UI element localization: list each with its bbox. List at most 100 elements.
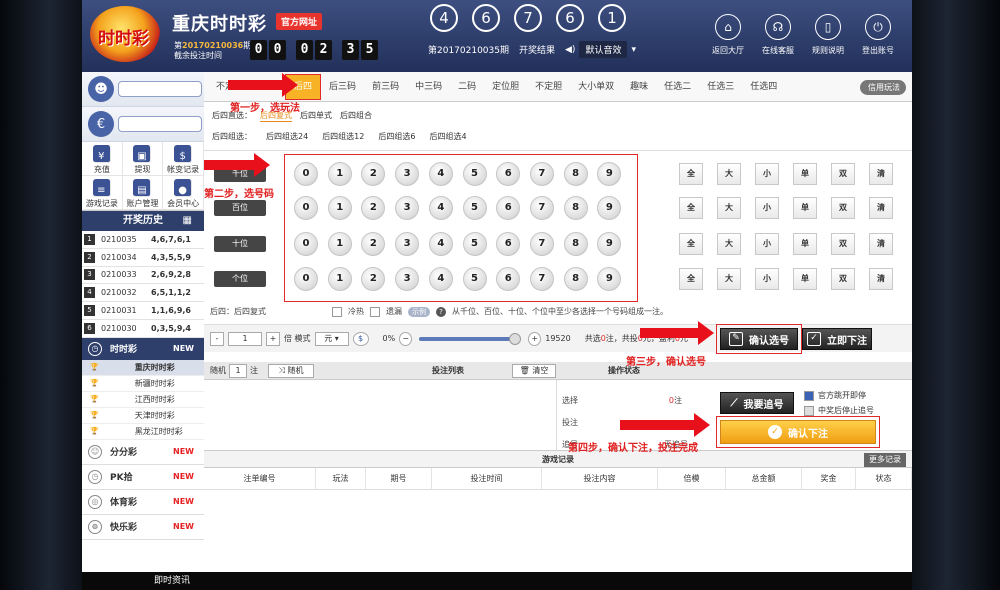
submit-bet-button[interactable]: ✓ 确认下注 bbox=[720, 420, 876, 444]
quick-select-button[interactable]: 小 bbox=[755, 197, 779, 219]
tab-7[interactable]: 定位胆 bbox=[484, 72, 527, 102]
number-ball[interactable]: 5 bbox=[462, 162, 487, 186]
lottery-item[interactable]: ◎ 体育彩 NEW bbox=[82, 490, 204, 515]
number-ball[interactable]: 0 bbox=[294, 162, 318, 186]
quick-select-button[interactable]: 双 bbox=[831, 163, 855, 185]
way-group24[interactable]: 后四组选24 bbox=[266, 131, 308, 142]
number-ball[interactable]: 8 bbox=[563, 162, 588, 186]
quick-select-button[interactable]: 双 bbox=[831, 268, 855, 290]
times-plus[interactable]: + bbox=[266, 331, 280, 346]
number-ball[interactable]: 6 bbox=[496, 162, 521, 186]
quick-select-button[interactable]: 双 bbox=[831, 233, 855, 255]
random-button[interactable]: ⤨ 随机 bbox=[268, 363, 314, 378]
ssc-sub-item[interactable]: 🏆 黑龙江时时彩 bbox=[82, 424, 204, 440]
help-icon[interactable]: ? bbox=[436, 306, 446, 317]
number-ball[interactable]: 6 bbox=[496, 232, 521, 256]
number-ball[interactable]: 1 bbox=[327, 267, 352, 291]
quick-select-button[interactable]: 小 bbox=[755, 268, 779, 290]
nav-service[interactable]: ☊ 在线客服 bbox=[752, 14, 804, 56]
tab-12[interactable]: 任选三 bbox=[699, 72, 742, 102]
quick-select-button[interactable]: 大 bbox=[717, 233, 741, 255]
random-count[interactable]: 1 bbox=[229, 363, 247, 378]
number-ball[interactable]: 4 bbox=[428, 196, 453, 220]
stop-on-jump-checkbox[interactable]: 官方跳开即停 bbox=[804, 390, 866, 401]
lottery-item[interactable]: ◷ PK拾 NEW bbox=[82, 465, 204, 490]
number-ball[interactable]: 5 bbox=[462, 196, 487, 220]
times-minus[interactable]: - bbox=[210, 331, 224, 346]
ssc-sub-item[interactable]: 🏆 天津时时彩 bbox=[82, 408, 204, 424]
number-ball[interactable]: 3 bbox=[395, 232, 420, 256]
withdraw-link[interactable]: ▣ 提现 bbox=[122, 142, 164, 176]
ssc-sub-item[interactable]: 🏆 新疆时时彩 bbox=[82, 376, 204, 392]
account-manage-link[interactable]: ▤ 账户管理 bbox=[122, 176, 164, 210]
quick-select-button[interactable]: 大 bbox=[717, 268, 741, 290]
quick-select-button[interactable]: 清 bbox=[869, 268, 893, 290]
miss-checkbox[interactable] bbox=[370, 306, 380, 317]
quick-select-button[interactable]: 大 bbox=[717, 163, 741, 185]
quick-select-button[interactable]: 单 bbox=[793, 268, 817, 290]
way-combo[interactable]: 后四组合 bbox=[340, 110, 372, 122]
quick-select-button[interactable]: 单 bbox=[793, 233, 817, 255]
slider-handle[interactable] bbox=[509, 332, 522, 345]
quick-select-button[interactable]: 全 bbox=[679, 233, 703, 255]
tab-3[interactable]: 后三码 bbox=[321, 72, 364, 102]
number-ball[interactable]: 1 bbox=[327, 232, 352, 256]
number-ball[interactable]: 6 bbox=[496, 267, 521, 291]
quick-select-button[interactable]: 大 bbox=[717, 197, 741, 219]
number-ball[interactable]: 0 bbox=[294, 196, 318, 220]
quick-select-button[interactable]: 小 bbox=[755, 163, 779, 185]
tab-13[interactable]: 任选四 bbox=[742, 72, 785, 102]
number-ball[interactable]: 0 bbox=[294, 232, 318, 256]
rebate-minus[interactable]: − bbox=[399, 331, 413, 346]
quick-select-button[interactable]: 清 bbox=[869, 233, 893, 255]
stop-on-win-checkbox[interactable]: 中奖后停止追号 bbox=[804, 405, 874, 416]
quick-select-button[interactable]: 清 bbox=[869, 163, 893, 185]
number-ball[interactable]: 7 bbox=[529, 196, 554, 220]
number-ball[interactable]: 8 bbox=[563, 196, 588, 220]
chase-button[interactable]: ⟋ 我要追号 bbox=[720, 392, 794, 414]
number-ball[interactable]: 7 bbox=[529, 232, 554, 256]
mode-select[interactable]: 元 ▾ bbox=[314, 331, 349, 346]
quick-select-button[interactable]: 单 bbox=[793, 163, 817, 185]
number-ball[interactable]: 1 bbox=[327, 196, 352, 220]
way-group6[interactable]: 后四组选6 bbox=[378, 131, 415, 142]
balance-field[interactable] bbox=[118, 116, 202, 132]
recharge-link[interactable]: ¥ 充值 bbox=[82, 142, 123, 176]
nav-home[interactable]: ⌂ 返回大厅 bbox=[702, 14, 754, 56]
number-ball[interactable]: 3 bbox=[395, 196, 420, 220]
way-single[interactable]: 后四单式 bbox=[300, 110, 332, 122]
number-ball[interactable]: 1 bbox=[327, 162, 352, 186]
number-ball[interactable]: 3 bbox=[395, 267, 420, 291]
quick-select-button[interactable]: 单 bbox=[793, 197, 817, 219]
tab-10[interactable]: 趣味 bbox=[622, 72, 656, 102]
number-ball[interactable]: 0 bbox=[294, 267, 318, 291]
lottery-item[interactable]: ☺ 分分彩 NEW bbox=[82, 440, 204, 465]
number-ball[interactable]: 8 bbox=[563, 232, 588, 256]
confirm-select-button[interactable]: ✎ 确认选号 bbox=[720, 328, 798, 350]
lottery-ssc[interactable]: ◷ 时时彩 NEW bbox=[82, 337, 204, 360]
account-field[interactable] bbox=[118, 81, 202, 97]
quick-select-button[interactable]: 双 bbox=[831, 197, 855, 219]
game-record-link[interactable]: ≡ 游戏记录 bbox=[82, 176, 123, 210]
nav-logout[interactable]: ⏻ 登出账号 bbox=[852, 14, 904, 56]
tab-9[interactable]: 大小单双 bbox=[570, 72, 622, 102]
footer-news[interactable]: 即时资讯 bbox=[82, 572, 912, 590]
quick-select-button[interactable]: 全 bbox=[679, 163, 703, 185]
ssc-sub-item[interactable]: 🏆 重庆时时彩 bbox=[82, 359, 204, 376]
number-ball[interactable]: 4 bbox=[428, 267, 453, 291]
ssc-sub-item[interactable]: 🏆 江西时时彩 bbox=[82, 392, 204, 408]
instant-bet-button[interactable]: ✓ 立即下注 bbox=[802, 328, 872, 350]
quick-select-button[interactable]: 清 bbox=[869, 197, 893, 219]
hot-checkbox[interactable] bbox=[332, 306, 342, 317]
credit-play-button[interactable]: 信用玩法 bbox=[860, 80, 906, 95]
more-records-button[interactable]: 更多记录 bbox=[864, 453, 906, 467]
number-ball[interactable]: 5 bbox=[462, 267, 487, 291]
member-center-link[interactable]: ● 会员中心 bbox=[163, 176, 204, 210]
number-ball[interactable]: 3 bbox=[395, 162, 420, 186]
calendar-icon[interactable]: ▦ bbox=[183, 211, 192, 231]
lottery-item[interactable]: ⊜ 快乐彩 NEW bbox=[82, 515, 204, 540]
quick-select-button[interactable]: 全 bbox=[679, 197, 703, 219]
way-group12[interactable]: 后四组选12 bbox=[322, 131, 364, 142]
number-ball[interactable]: 4 bbox=[428, 232, 453, 256]
official-badge[interactable]: 官方网址 bbox=[276, 13, 323, 30]
